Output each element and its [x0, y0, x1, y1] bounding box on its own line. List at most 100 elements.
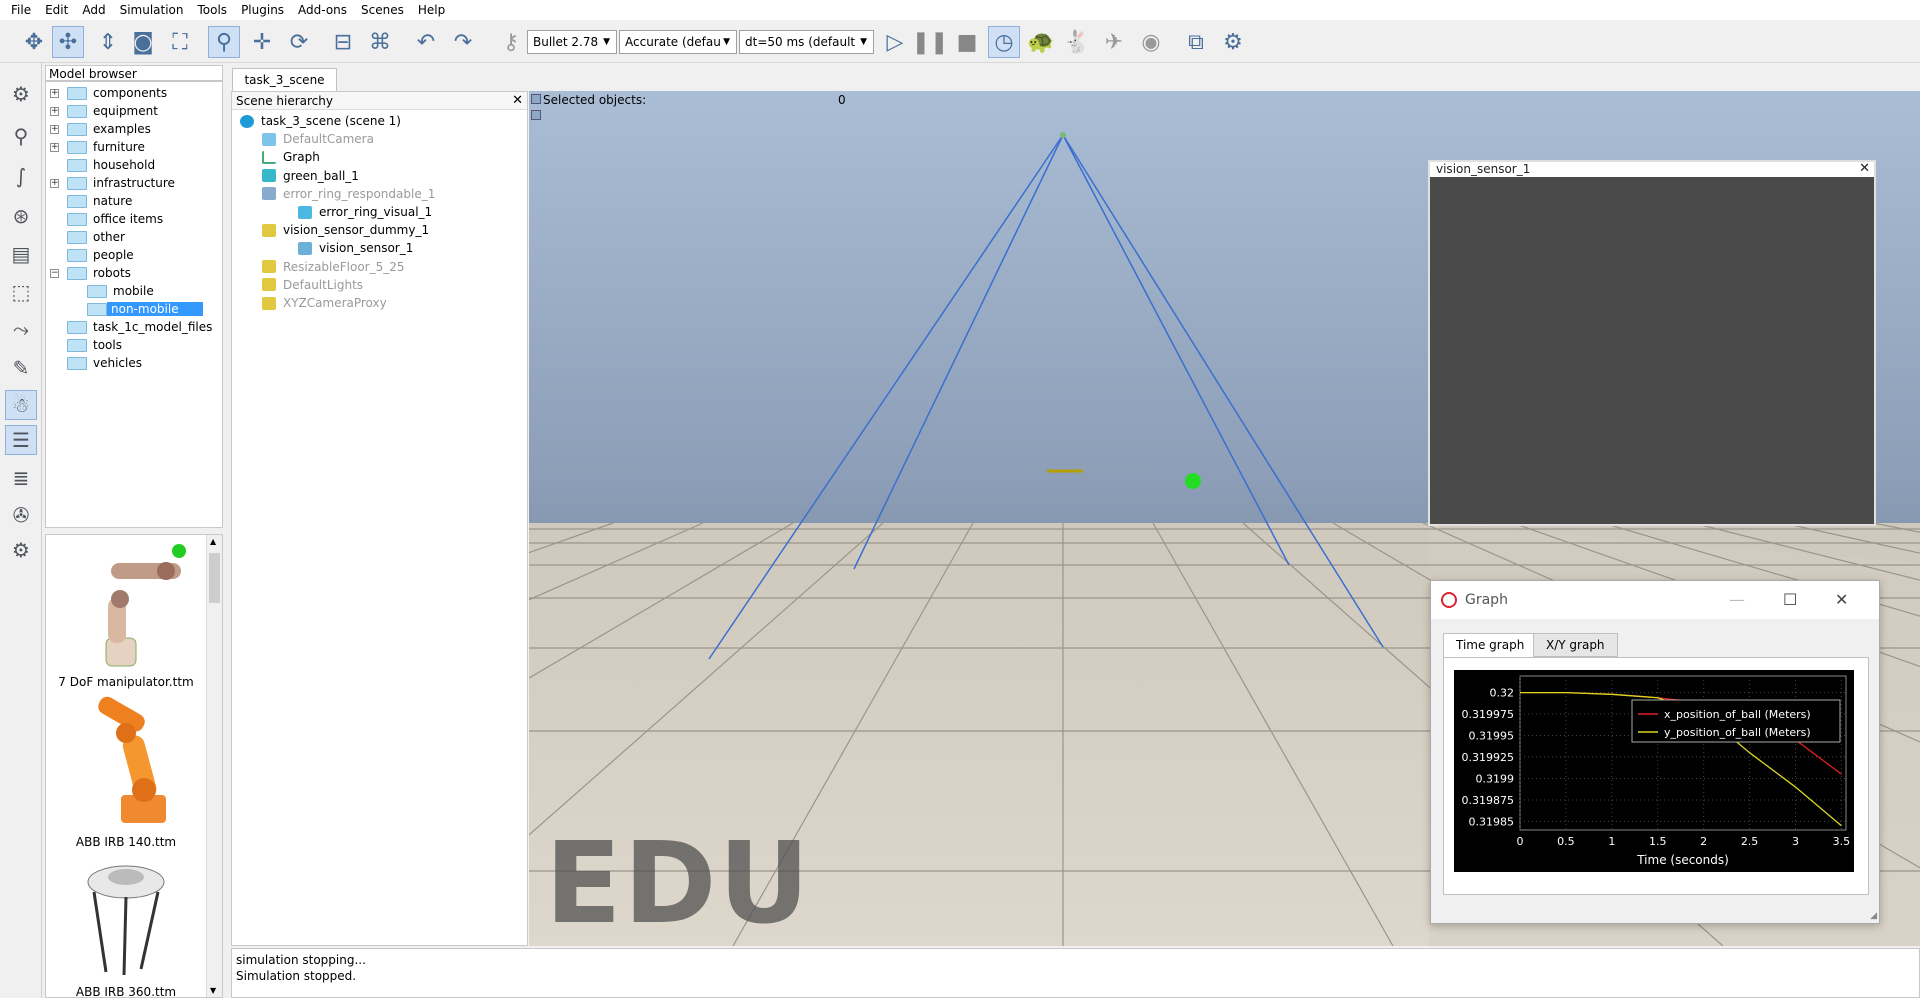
user-settings-icon[interactable]: ⚙	[5, 535, 37, 565]
model-thumbnail[interactable]	[46, 695, 206, 835]
menu-item-add[interactable]: Add	[75, 0, 112, 20]
hierarchy-item[interactable]: DefaultCamera	[262, 130, 374, 148]
menu-item-simulation[interactable]: Simulation	[113, 0, 191, 20]
model-folder-item[interactable]: +office items	[50, 210, 163, 228]
expand-icon[interactable]: +	[50, 178, 59, 188]
collections-icon[interactable]: ⬚	[5, 277, 37, 307]
play-icon[interactable]: ▷	[879, 26, 911, 58]
object-rotate-icon[interactable]: ⟳	[283, 26, 315, 58]
physics-engine-select[interactable]: Bullet 2.78 ▼	[527, 30, 617, 54]
tab-xy-graph[interactable]: X/Y graph	[1533, 633, 1618, 657]
tab-task-3-scene[interactable]: task_3_scene	[232, 68, 337, 92]
selection-icon[interactable]: ⚲	[5, 121, 37, 151]
hierarchy-item[interactable]: ResizableFloor_5_25	[262, 258, 405, 276]
shape-edit-icon[interactable]: ⊛	[5, 201, 37, 231]
camera-rotate-icon[interactable]: ✣	[52, 26, 84, 58]
hierarchy-item[interactable]: Graph	[262, 148, 320, 166]
stop-icon[interactable]: ■	[951, 26, 983, 58]
expand-icon[interactable]: +	[50, 88, 59, 98]
layers-icon[interactable]: ≣	[5, 463, 37, 493]
hierarchy-item[interactable]: error_ring_visual_1	[298, 203, 432, 221]
model-folder-item[interactable]: mobile	[87, 282, 154, 300]
paint-icon[interactable]: ✎	[5, 353, 37, 383]
video-recorder-icon[interactable]: ✇	[5, 500, 37, 530]
pause-icon[interactable]: ❚❚	[912, 26, 949, 58]
dynamics-icon[interactable]: ⚷	[495, 26, 527, 58]
model-folder-item[interactable]: + equipment	[50, 102, 158, 120]
resize-grip-icon[interactable]: ◢	[1870, 911, 1877, 921]
model-thumbnail[interactable]	[46, 543, 206, 693]
expand-icon[interactable]: +	[50, 142, 59, 152]
close-icon[interactable]: ✕	[512, 92, 523, 110]
visualization-icon[interactable]: ◉	[1135, 26, 1167, 58]
menu-item-scenes[interactable]: Scenes	[354, 0, 411, 20]
assemble-icon[interactable]: ⊟	[327, 26, 359, 58]
model-folder-item[interactable]: +vehicles	[50, 354, 142, 372]
maximize-icon[interactable]: ☐	[1783, 581, 1797, 619]
model-folder-item[interactable]: − robots	[50, 264, 131, 282]
fit-to-view-icon[interactable]: ⛶	[164, 26, 196, 58]
viewport-menu-icon[interactable]	[531, 94, 541, 104]
redo-icon[interactable]: ↷	[447, 26, 479, 58]
expand-icon[interactable]: +	[50, 106, 59, 116]
hierarchy-item[interactable]: vision_sensor_dummy_1	[262, 221, 429, 239]
model-folder-item[interactable]: non-mobile	[87, 300, 203, 318]
menu-item-plugins[interactable]: Plugins	[234, 0, 291, 20]
undo-icon[interactable]: ↶	[410, 26, 442, 58]
model-folder-item[interactable]: +household	[50, 156, 155, 174]
hierarchy-item[interactable]: XYZCameraProxy	[262, 294, 387, 312]
menu-item-tools[interactable]: Tools	[191, 0, 235, 20]
model-folder-item[interactable]: +tools	[50, 336, 122, 354]
hierarchy-item[interactable]: DefaultLights	[262, 276, 363, 294]
menu-item-help[interactable]: Help	[411, 0, 452, 20]
menu-item-addons[interactable]: Add-ons	[291, 0, 354, 20]
faster-icon[interactable]: 🐇	[1061, 26, 1093, 58]
model-folder-item[interactable]: +people	[50, 246, 134, 264]
camera-angle-icon[interactable]: ◙	[127, 26, 159, 58]
hierarchy-item[interactable]: error_ring_respondable_1	[262, 185, 435, 203]
model-browser-icon[interactable]: ☃	[5, 390, 37, 420]
threaded-rendering-icon[interactable]: ✈	[1098, 26, 1130, 58]
slower-icon[interactable]: 🐢	[1025, 26, 1057, 58]
scene-hierarchy-icon[interactable]: ☰	[5, 425, 37, 455]
model-folder-item[interactable]: +nature	[50, 192, 132, 210]
simulation-settings-icon[interactable]: ⚙	[5, 79, 37, 109]
camera-shift-icon[interactable]: ⇕	[92, 26, 124, 58]
transfer-dna-icon[interactable]: ⌘	[364, 26, 396, 58]
vision-sensor-window[interactable]: vision_sensor_1 ✕	[1428, 160, 1876, 526]
model-thumbnail[interactable]	[46, 857, 206, 987]
timestep-select[interactable]: dt=50 ms (default ▼	[739, 30, 874, 54]
model-folder-item[interactable]: + infrastructure	[50, 174, 175, 192]
scene-selector-icon[interactable]: ⧉	[1180, 26, 1212, 58]
scroll-down-icon[interactable]: ▼	[210, 986, 216, 995]
expand-icon[interactable]: −	[50, 268, 59, 278]
model-folder-item[interactable]: + furniture	[50, 138, 145, 156]
expand-icon[interactable]: +	[50, 124, 59, 134]
click-selection-icon[interactable]: ⚲	[208, 26, 240, 58]
path-icon[interactable]: ⤳	[5, 314, 37, 344]
close-icon[interactable]: ✕	[1835, 581, 1848, 619]
model-folder-item[interactable]: + examples	[50, 120, 151, 138]
menu-item-edit[interactable]: Edit	[38, 0, 75, 20]
menu-item-file[interactable]: File	[4, 0, 38, 20]
calculation-modules-icon[interactable]: ▤	[5, 239, 37, 269]
hierarchy-item[interactable]: green_ball_1	[262, 167, 359, 185]
viewport-options-icon[interactable]	[531, 110, 541, 120]
scroll-up-icon[interactable]: ▲	[210, 537, 216, 546]
hierarchy-item[interactable]: task_3_scene (scene 1)	[240, 112, 401, 130]
camera-pan-icon[interactable]: ✥	[18, 26, 50, 58]
minimize-icon[interactable]: —	[1729, 581, 1745, 619]
script-icon[interactable]: ∫	[5, 161, 37, 191]
model-folder-item[interactable]: +other	[50, 228, 125, 246]
model-folder-item[interactable]: +task_1c_model_files	[50, 318, 212, 336]
close-icon[interactable]: ✕	[1859, 161, 1870, 176]
model-folder-item[interactable]: + components	[50, 84, 167, 102]
page-selector-icon[interactable]: ⚙	[1217, 26, 1249, 58]
hierarchy-item[interactable]: vision_sensor_1	[298, 239, 413, 257]
thumbnails-scrollbar[interactable]: ▲ ▼	[206, 535, 222, 997]
tab-time-graph[interactable]: Time graph	[1443, 633, 1538, 658]
object-shift-icon[interactable]: ✛	[246, 26, 278, 58]
scroll-thumb[interactable]	[209, 553, 220, 603]
accuracy-select[interactable]: Accurate (defau ▼	[619, 30, 737, 54]
realtime-icon[interactable]: ◷	[988, 26, 1020, 58]
